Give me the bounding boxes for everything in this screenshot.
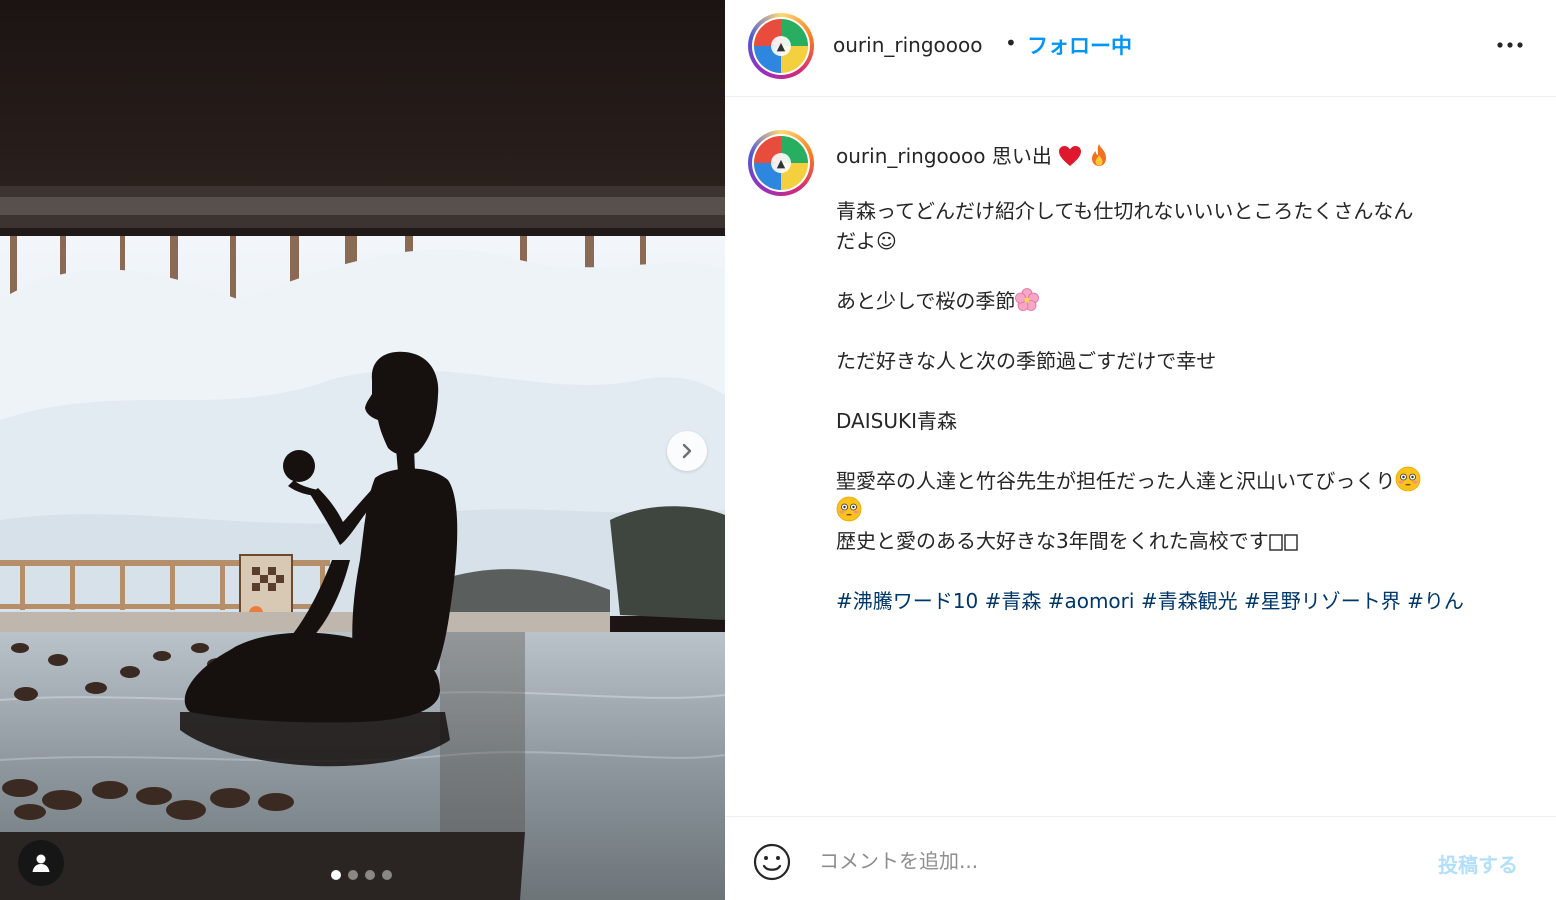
caption-line-surprised: 聖愛卒の人達と竹谷先生が担任だった人達と沢山いてびっくり bbox=[836, 466, 1526, 496]
heart-icon bbox=[1059, 146, 1082, 166]
post-comment-button[interactable]: 投稿する bbox=[1438, 849, 1518, 878]
caption-line: 聖愛卒の人達と竹谷先生が担任だった人達と沢山いてびっくり bbox=[836, 469, 1396, 493]
hashtag-link[interactable]: #沸騰ワード10 bbox=[836, 589, 978, 613]
svg-text:▲: ▲ bbox=[777, 157, 786, 170]
header-username[interactable]: ourin_ringoooo bbox=[833, 33, 982, 57]
caption-line: だよ☺ bbox=[836, 229, 897, 253]
caption-line: あと少しで桜の季節 bbox=[836, 289, 1016, 313]
caption-line: 歴史と愛のある大好きな3年間をくれた高校です bbox=[836, 529, 1269, 553]
hashtag-link[interactable]: #星野リゾート界 bbox=[1244, 589, 1401, 613]
caption-line-school: 歴史と愛のある大好きな3年間をくれた高校です bbox=[836, 526, 1526, 556]
avatar[interactable]: ▲ bbox=[748, 13, 814, 79]
post-header: ▲ ourin_ringoooo • フォロー中 bbox=[725, 0, 1556, 97]
next-slide-button[interactable] bbox=[667, 431, 707, 471]
user-tags-button[interactable] bbox=[18, 840, 64, 886]
carousel-dot bbox=[382, 870, 392, 880]
comment-input[interactable] bbox=[819, 843, 1399, 879]
post-details-panel: ▲ ourin_ringoooo • フォロー中 ▲ ourin_ringooo… bbox=[725, 0, 1556, 900]
post-photo bbox=[0, 0, 725, 900]
svg-text:▲: ▲ bbox=[777, 40, 786, 53]
cherry-blossom-icon bbox=[1015, 288, 1040, 311]
separator-dot: • bbox=[1005, 31, 1017, 55]
flushed-face-icon bbox=[1396, 466, 1421, 492]
caption-line-surprised-2 bbox=[836, 496, 1526, 526]
flushed-face-icon bbox=[836, 496, 862, 522]
user-tag-icon bbox=[32, 854, 50, 872]
chevron-right-icon bbox=[682, 443, 692, 459]
post-media bbox=[0, 0, 725, 900]
more-options-button[interactable] bbox=[1492, 30, 1528, 60]
carousel-dot bbox=[348, 870, 358, 880]
comment-bar: 投稿する bbox=[725, 816, 1556, 900]
post-dialog: ▲ ourin_ringoooo • フォロー中 ▲ ourin_ringooo… bbox=[0, 0, 1556, 900]
carousel-dot bbox=[331, 870, 341, 880]
hashtag-link[interactable]: #青森観光 bbox=[1141, 589, 1238, 613]
following-button[interactable]: フォロー中 bbox=[1027, 30, 1132, 60]
caption-line-sakura: あと少しで桜の季節 bbox=[836, 286, 1526, 316]
caption-line: 青森ってどんだけ紹介しても仕切れないいいところたくさんなん bbox=[836, 199, 1414, 223]
caption-section: ▲ ourin_ringoooo 思い出 青森ってどんだけ紹介しても仕切れないい… bbox=[725, 98, 1556, 816]
hashtag-link[interactable]: #aomori bbox=[1048, 589, 1135, 613]
caption-header: ourin_ringoooo 思い出 bbox=[836, 140, 1109, 169]
more-horizontal-icon bbox=[1497, 42, 1523, 48]
caption-username[interactable]: ourin_ringoooo bbox=[836, 144, 985, 168]
carousel-indicator bbox=[331, 870, 392, 880]
fire-icon bbox=[1091, 144, 1106, 166]
caption-text: 青森ってどんだけ紹介しても仕切れないいいところたくさんなん だよ☺ あと少しで桜… bbox=[836, 196, 1526, 616]
caption-line: DAISUKI青森 bbox=[836, 409, 957, 433]
caption-title: 思い出 bbox=[991, 144, 1052, 168]
hashtag-link[interactable]: #りん bbox=[1407, 589, 1464, 613]
smiley-icon bbox=[753, 843, 791, 881]
missing-glyph-icon bbox=[1269, 534, 1298, 551]
emoji-picker-button[interactable] bbox=[752, 842, 792, 882]
hashtag-link[interactable]: #青森 bbox=[985, 589, 1042, 613]
caption-avatar[interactable]: ▲ bbox=[748, 130, 814, 196]
hashtag-list: #沸騰ワード10 #青森 #aomori #青森観光 #星野リゾート界 #りん bbox=[836, 586, 1526, 616]
caption-line: ただ好きな人と次の季節過ごすだけで幸せ bbox=[836, 349, 1217, 373]
carousel-dot bbox=[365, 870, 375, 880]
profile-picture: ▲ bbox=[754, 19, 808, 73]
profile-picture: ▲ bbox=[754, 136, 808, 190]
